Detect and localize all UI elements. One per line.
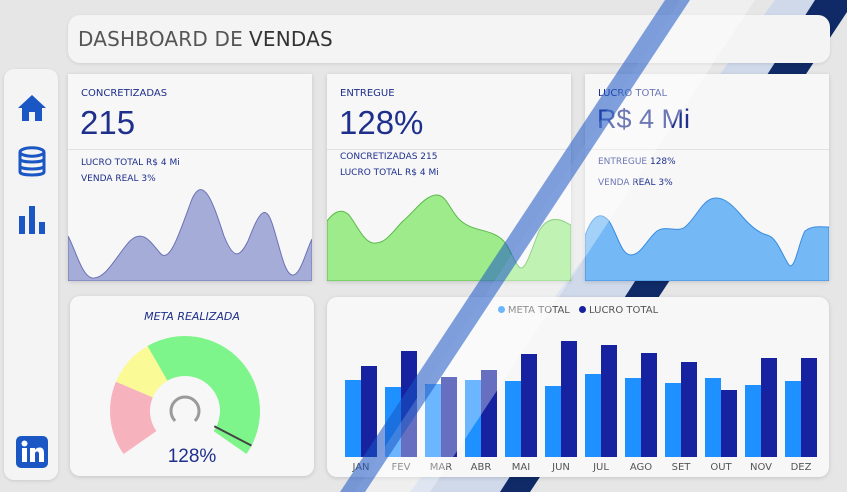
bar-lucro-total <box>561 341 577 457</box>
page-title: DASHBOARD DE VENDAS <box>68 15 830 63</box>
bar-lucro-total <box>721 390 737 457</box>
x-tick-label: DEZ <box>791 462 812 473</box>
x-tick-label: MAI <box>512 462 530 473</box>
gauge-hub <box>169 395 201 422</box>
x-tick-label: JAN <box>351 462 369 473</box>
x-tick-label: MAR <box>430 462 452 473</box>
bar-meta-total <box>385 387 401 457</box>
x-tick-label: ABR <box>471 462 492 473</box>
kpi-card-lucro-total: LUCRO TOTAL R$ 4 Mi ENTREGUE 128% VENDA … <box>585 74 829 281</box>
bar-meta-total <box>665 383 681 457</box>
bar-meta-total <box>705 378 721 457</box>
bar-meta-total <box>465 380 481 457</box>
bar-lucro-total <box>601 345 617 457</box>
kpi-value: 128% <box>339 104 424 141</box>
sparkline-area-chart <box>327 194 571 281</box>
bar-meta-total <box>745 385 761 457</box>
bar-meta-total <box>345 380 361 457</box>
gauge-value: 128% <box>167 446 217 467</box>
bar-meta-total <box>505 381 521 457</box>
x-tick-label: AGO <box>630 462 652 473</box>
divider <box>68 149 312 150</box>
sparkline-area-chart <box>68 189 312 281</box>
kpi-detail: LUCRO TOTAL R$ 4 Mi <box>81 158 180 168</box>
bar-meta-total <box>785 381 801 457</box>
gauge-zone-high <box>147 336 260 455</box>
bar-lucro-total <box>801 358 817 457</box>
x-tick-label: JUL <box>592 462 609 473</box>
x-tick-label: OUT <box>710 462 732 473</box>
bar-lucro-total <box>401 351 417 457</box>
kpi-detail: LUCRO TOTAL R$ 4 Mi <box>340 168 439 178</box>
database-icon[interactable] <box>15 145 49 179</box>
title-prefix: DASHBOARD DE <box>78 27 243 51</box>
kpi-detail: ENTREGUE 128% <box>598 157 676 167</box>
x-tick-label: SET <box>672 462 692 473</box>
bar-chart-icon[interactable] <box>15 203 49 237</box>
kpi-label: LUCRO TOTAL <box>598 88 668 99</box>
bar-lucro-total <box>761 358 777 457</box>
bar-meta-total <box>625 378 641 457</box>
bar-lucro-total <box>521 354 537 457</box>
divider <box>585 149 829 150</box>
bar-meta-total <box>545 386 561 457</box>
kpi-card-concretizadas: CONCRETIZADAS 215 LUCRO TOTAL R$ 4 Mi VE… <box>68 74 312 281</box>
bar-lucro-total <box>481 370 497 457</box>
gauge-card: META REALIZADA 128% <box>70 296 314 476</box>
bar-meta-total <box>585 374 601 457</box>
bar-lucro-total <box>361 366 377 457</box>
home-icon[interactable] <box>15 91 49 125</box>
bar-chart: JAN FEV MAR ABR MAI JUN JUL AGO SET OUT NOV DEZ <box>345 341 817 473</box>
kpi-label: ENTREGUE <box>340 88 395 99</box>
x-tick-label: JUN <box>551 462 570 473</box>
kpi-detail: CONCRETIZADAS 215 <box>340 152 438 162</box>
monthly-bar-chart-card: META TOTAL LUCRO TOTAL JAN FEV MAR ABR MAI JU… <box>327 297 829 477</box>
bar-lucro-total <box>681 362 697 457</box>
sparkline-area-chart <box>585 197 829 281</box>
x-tick-label: NOV <box>750 462 772 473</box>
linkedin-icon[interactable] <box>15 435 49 469</box>
kpi-value: R$ 4 Mi <box>597 104 691 134</box>
bar-lucro-total <box>441 377 457 457</box>
kpi-card-entregue: ENTREGUE 128% CONCRETIZADAS 215 LUCRO TO… <box>327 74 571 281</box>
kpi-value: 215 <box>80 104 136 141</box>
title-main: VENDAS <box>249 27 333 51</box>
bar-meta-total <box>425 384 441 457</box>
bar-lucro-total <box>641 353 657 457</box>
divider <box>327 149 571 150</box>
x-tick-label: FEV <box>392 462 411 473</box>
kpi-label: CONCRETIZADAS <box>81 88 168 99</box>
sidebar <box>4 69 58 480</box>
